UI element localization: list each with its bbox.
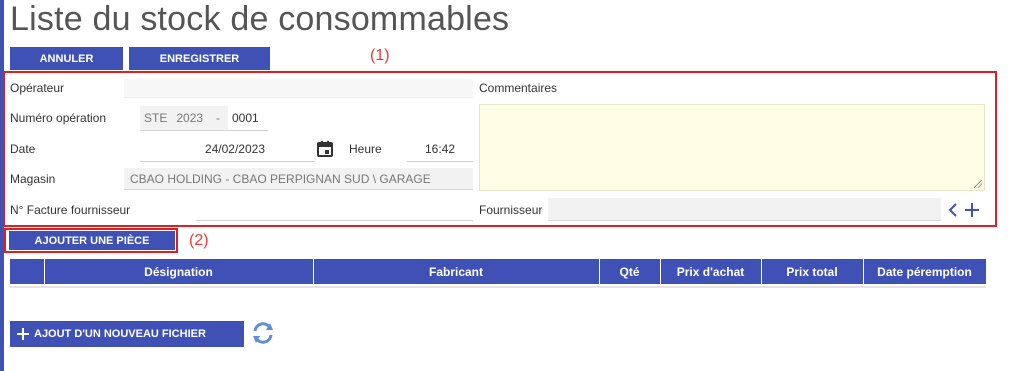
resize-handle-icon[interactable] bbox=[974, 180, 982, 188]
column-header-designation[interactable]: Désignation bbox=[44, 259, 314, 284]
invoice-label: N° Facture fournisseur bbox=[10, 203, 131, 217]
store-label: Magasin bbox=[10, 172, 56, 186]
operation-year-text: 2023 bbox=[176, 111, 204, 125]
chevron-left-icon[interactable] bbox=[947, 202, 959, 223]
save-button[interactable]: ENREGISTRER bbox=[129, 47, 270, 70]
operation-separator-text: - bbox=[216, 111, 221, 125]
annotation-1: (1) bbox=[370, 47, 390, 64]
comments-textarea[interactable] bbox=[479, 104, 985, 191]
operation-number-prefix: STE 2023 - bbox=[140, 106, 228, 131]
column-header-expiry-date[interactable]: Date péremption bbox=[863, 259, 987, 284]
annotation-2: (2) bbox=[189, 232, 209, 249]
time-field[interactable]: 16:42 bbox=[407, 137, 473, 162]
operation-number-label: Numéro opération bbox=[10, 111, 107, 125]
comments-label: Commentaires bbox=[479, 81, 558, 95]
page-title: Liste du stock de consommables bbox=[10, 0, 510, 38]
operation-prefix-text: STE bbox=[144, 111, 168, 125]
column-header-select[interactable] bbox=[10, 259, 45, 284]
column-header-total-price[interactable]: Prix total bbox=[761, 259, 864, 284]
operator-label: Opérateur bbox=[10, 81, 65, 95]
supplier-field[interactable] bbox=[548, 198, 941, 221]
table-empty-row bbox=[10, 284, 986, 288]
column-header-purchase-price[interactable]: Prix d'achat bbox=[660, 259, 762, 284]
add-file-label: AJOUT D'UN NOUVEAU FICHIER bbox=[34, 328, 206, 340]
parts-table: Désignation Fabricant Qté Prix d'achat P… bbox=[10, 259, 987, 288]
invoice-field[interactable] bbox=[196, 199, 473, 221]
cancel-button[interactable]: ANNULER bbox=[10, 47, 123, 70]
plus-icon[interactable] bbox=[964, 202, 980, 223]
table-header-row: Désignation Fabricant Qté Prix d'achat P… bbox=[10, 259, 987, 284]
date-field[interactable]: 24/02/2023 bbox=[140, 137, 315, 162]
refresh-icon[interactable] bbox=[250, 320, 276, 351]
store-field: CBAO HOLDING - CBAO PERPIGNAN SUD \ GARA… bbox=[124, 168, 473, 190]
operator-field[interactable] bbox=[124, 79, 473, 98]
add-file-button[interactable]: AJOUT D'UN NOUVEAU FICHIER bbox=[10, 321, 244, 347]
time-label: Heure bbox=[349, 142, 382, 156]
column-header-manufacturer[interactable]: Fabricant bbox=[313, 259, 600, 284]
column-header-quantity[interactable]: Qté bbox=[599, 259, 661, 284]
date-label: Date bbox=[10, 142, 36, 156]
calendar-icon[interactable] bbox=[316, 140, 334, 163]
supplier-label: Fournisseur bbox=[479, 203, 543, 217]
operation-number-field[interactable]: 0001 bbox=[228, 106, 268, 131]
add-part-button[interactable]: AJOUTER UNE PIÈCE bbox=[9, 231, 175, 250]
plus-icon bbox=[17, 328, 29, 340]
